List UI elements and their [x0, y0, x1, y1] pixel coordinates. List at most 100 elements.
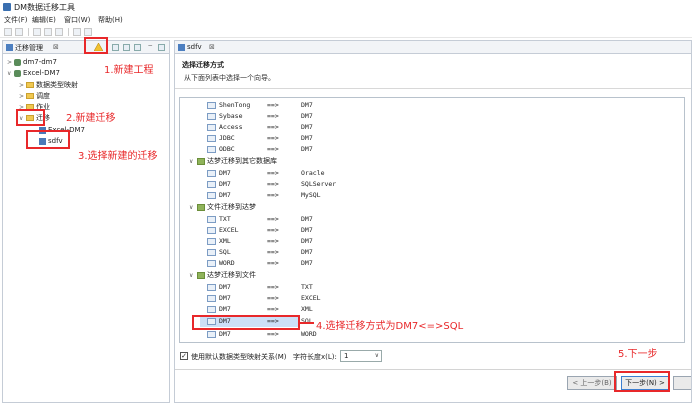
list-item[interactable]: DM7 ==> XML	[207, 304, 313, 315]
close-icon[interactable]: ⊠	[53, 43, 59, 51]
default-mapping-checkbox[interactable]: ✓	[180, 352, 188, 360]
close-icon[interactable]: ⊠	[209, 43, 215, 51]
migration-method-icon	[207, 101, 216, 109]
list-item[interactable]: XML ==> DM7	[207, 236, 313, 247]
annotation-box-select-migration	[26, 130, 70, 149]
char-length-value: 1	[344, 352, 349, 360]
migration-method-icon	[207, 237, 216, 245]
migration-manager-panel: 迁移管理 ⊠ ‒ > dm7-dm7 ∨ Excel-DM7 > 数据类型映射 > 调度…	[2, 40, 170, 403]
annotation-step2: 2.新建迁移	[66, 113, 116, 124]
maximize-icon[interactable]	[158, 44, 165, 51]
expand-icon[interactable]: >	[19, 92, 26, 102]
annotation-box-next	[614, 371, 670, 392]
migration-method-icon	[207, 134, 216, 142]
tree-item-dm7-dm7[interactable]: > dm7-dm7	[7, 57, 57, 67]
annotation-box-select-method	[192, 315, 300, 330]
project-icon	[14, 58, 21, 66]
settings-icon[interactable]	[73, 28, 81, 36]
tree-item-schedule[interactable]: > 调度	[19, 91, 50, 101]
menu-window[interactable]: 窗口(W)	[64, 15, 90, 25]
collapse-icon[interactable]: ∨	[7, 69, 14, 79]
menu-help[interactable]: 帮助(H)	[98, 15, 123, 25]
list-item[interactable]: JDBC ==> DM7	[207, 133, 313, 144]
menu-file[interactable]: 文件(F)	[4, 15, 28, 25]
stop-icon[interactable]	[55, 28, 63, 36]
group-dm-to-other-db[interactable]: ∨ 达梦迁移到其它数据库	[189, 156, 277, 167]
save-icon[interactable]	[15, 28, 23, 36]
list-item[interactable]: DM7 ==> SQLServer	[207, 179, 336, 190]
list-item[interactable]: DM7 ==> WORD	[207, 329, 317, 340]
annotation-step5: 5.下一步	[618, 349, 658, 360]
list-item[interactable]: DM7 ==> TXT	[207, 282, 313, 293]
previous-button[interactable]: < 上一步(B)	[567, 376, 617, 390]
open-icon[interactable]	[33, 28, 41, 36]
window-title: DM数据迁移工具	[14, 3, 76, 12]
sdfv-tab-label: sdfv	[187, 43, 202, 51]
help-icon[interactable]	[84, 28, 92, 36]
collapse-icon[interactable]: ∨	[189, 270, 197, 281]
list-item[interactable]: WORD ==> DM7	[207, 258, 313, 269]
migration-manager-tab-label: 迁移管理	[15, 44, 43, 52]
annotation-step1: 1.新建工程	[104, 65, 154, 76]
tree-item-excel-dm7[interactable]: ∨ Excel-DM7	[7, 68, 60, 78]
list-item[interactable]: TXT ==> DM7	[207, 214, 313, 225]
list-item[interactable]: DM7 ==> MySQL	[207, 190, 321, 201]
run-icon[interactable]	[44, 28, 52, 36]
list-item[interactable]: SQL ==> DM7	[207, 247, 313, 258]
annotation-box-new-migration	[16, 109, 45, 126]
sdfv-tab[interactable]: sdfv ⊠	[175, 41, 691, 54]
migration-manager-icon	[6, 44, 13, 51]
footer-divider	[175, 369, 691, 370]
title-bar: DM数据迁移工具	[0, 0, 692, 14]
category-icon	[197, 157, 205, 165]
collapse-icon[interactable]	[134, 44, 141, 51]
wizard-panel: sdfv ⊠ 选择迁移方式 从下面列表中选择一个向导。 ShenTong ==> D…	[174, 40, 692, 403]
list-item[interactable]: EXCEL ==> DM7	[207, 225, 313, 236]
tree-item-label: dm7-dm7	[23, 58, 57, 66]
minimize-icon[interactable]: ‒	[148, 41, 155, 49]
wizard-header: 选择迁移方式 从下面列表中选择一个向导。	[175, 55, 691, 89]
category-icon	[197, 203, 205, 211]
migration-method-icon	[207, 180, 216, 188]
wizard-title: 选择迁移方式	[182, 61, 224, 69]
options-row: ✓ 使用默认数据类型映射关系(M) 字符长度x(L): 1 ∨	[180, 350, 680, 364]
refresh-icon[interactable]	[123, 44, 130, 51]
migration-method-icon	[207, 283, 216, 291]
annotation-connector	[300, 322, 314, 324]
group-file-to-dm[interactable]: ∨ 文件迁移到达梦	[189, 202, 256, 213]
migration-method-icon	[207, 259, 216, 267]
tree-item-label: 数据类型映射	[36, 81, 78, 89]
finish-button[interactable]	[673, 376, 691, 390]
list-item[interactable]: ShenTong ==> DM7	[207, 100, 313, 111]
expand-icon[interactable]: >	[7, 58, 14, 68]
list-item[interactable]: Sybase ==> DM7	[207, 111, 313, 122]
folder-icon	[26, 93, 34, 99]
category-icon	[197, 271, 205, 279]
migration-method-list[interactable]: ShenTong ==> DM7 Sybase ==> DM7 Access ==> DM7…	[179, 97, 685, 343]
migration-icon	[178, 44, 185, 51]
tree-item-type-mapping[interactable]: > 数据类型映射	[19, 80, 78, 90]
migration-method-icon	[207, 294, 216, 302]
char-length-select[interactable]: 1 ∨	[340, 350, 382, 362]
list-item[interactable]: ODBC ==> DM7	[207, 144, 313, 155]
list-item[interactable]: DM7 ==> EXCEL	[207, 293, 321, 304]
list-item[interactable]: DM7 ==> Oracle	[207, 168, 324, 179]
default-mapping-label: 使用默认数据类型映射关系(M)	[191, 353, 287, 361]
collapse-icon[interactable]: ∨	[189, 156, 197, 167]
annotation-box-new-project	[84, 37, 108, 54]
migration-method-icon	[207, 123, 216, 131]
migration-method-icon	[207, 330, 216, 338]
migration-method-icon	[207, 305, 216, 313]
collapse-icon[interactable]: ∨	[189, 202, 197, 213]
annotation-step3: 3.选择新建的迁移	[78, 151, 158, 162]
migration-method-icon	[207, 191, 216, 199]
new-migration-icon[interactable]	[112, 44, 119, 51]
folder-icon	[26, 82, 34, 88]
migration-method-icon	[207, 145, 216, 153]
expand-icon[interactable]: >	[19, 81, 26, 91]
menu-edit[interactable]: 编辑(E)	[32, 15, 56, 25]
new-icon[interactable]	[4, 28, 12, 36]
group-dm-to-file[interactable]: ∨ 达梦迁移到文件	[189, 270, 256, 281]
migration-method-icon	[207, 248, 216, 256]
list-item[interactable]: Access ==> DM7	[207, 122, 313, 133]
